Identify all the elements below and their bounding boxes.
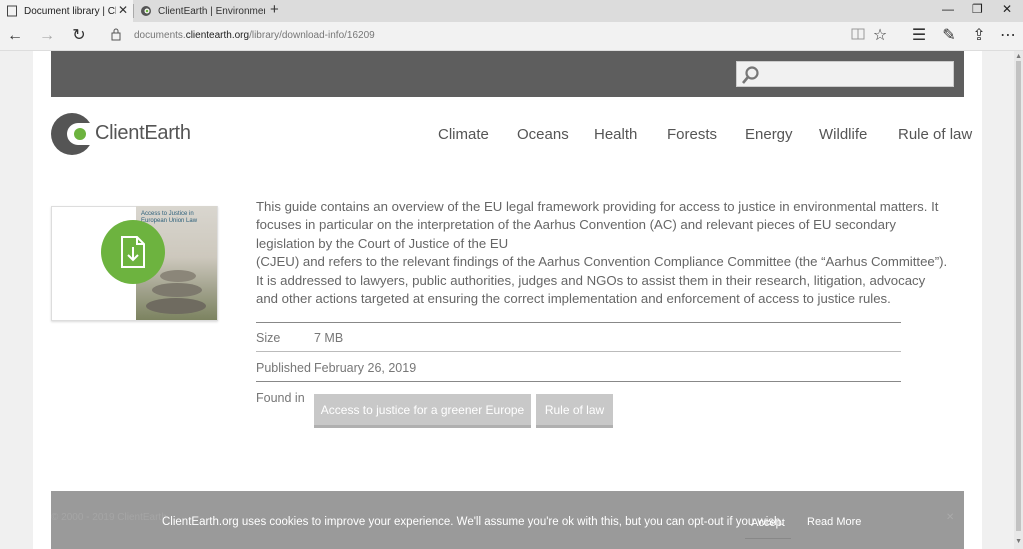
restore-icon[interactable]: ❐ — [972, 2, 983, 16]
download-button[interactable] — [101, 220, 165, 284]
more-icon[interactable]: ⋯ — [998, 27, 1018, 45]
forward-arrow-icon[interactable]: → — [37, 27, 57, 45]
url-domain: clientearth.org — [185, 30, 250, 41]
divider — [256, 381, 901, 382]
description-line: legislation by the Court of Justice of t… — [256, 235, 509, 251]
cookie-read-more-link[interactable]: Read More — [807, 516, 861, 528]
cover-stone — [146, 298, 206, 314]
refresh-icon[interactable]: ↻ — [69, 27, 89, 45]
tab-title: ClientEarth | Environmental — [158, 5, 265, 17]
tab-clientearth-environmental[interactable]: ClientEarth | Environmental — [134, 0, 265, 22]
url-prefix: documents. — [134, 30, 186, 41]
lock-icon — [106, 27, 126, 45]
page-scrollbar[interactable] — [1014, 51, 1023, 549]
found-in-label: Found in — [256, 391, 305, 405]
nav-climate[interactable]: Climate — [438, 126, 489, 143]
tag-access-to-justice[interactable]: Access to justice for a greener Europe — [314, 394, 531, 428]
cover-stone — [152, 283, 202, 297]
description-line: and other actions targeted at ensuring t… — [256, 291, 891, 307]
cover-stone — [160, 270, 196, 282]
close-tab-icon[interactable]: ✕ — [118, 3, 128, 17]
browser-tab-bar: Document library | Clier ✕ ClientEarth |… — [0, 0, 1023, 22]
description-line: (CJEU) and refers to the relevant findin… — [256, 254, 948, 270]
search-icon — [742, 66, 759, 84]
share-icon[interactable]: ⇪ — [969, 27, 989, 45]
divider — [256, 351, 901, 352]
scroll-up-arrow-icon[interactable]: ▲ — [1015, 53, 1022, 60]
minimize-icon[interactable]: — — [942, 2, 954, 16]
divider — [256, 322, 901, 323]
close-window-icon[interactable]: ✕ — [1002, 2, 1012, 16]
nav-health[interactable]: Health — [594, 126, 637, 143]
reading-view-icon[interactable] — [848, 27, 868, 45]
web-note-icon[interactable]: ✎ — [939, 27, 959, 45]
hub-icon[interactable]: ☰ — [909, 27, 929, 45]
address-bar[interactable]: documents.clientearth.org/library/downlo… — [134, 30, 375, 41]
clientearth-favicon-icon — [140, 5, 152, 17]
nav-oceans[interactable]: Oceans — [517, 126, 569, 143]
description-line: focuses in particular on the interpretat… — [256, 217, 896, 233]
download-file-icon — [121, 236, 145, 268]
published-label: Published — [256, 361, 311, 375]
footer-close-icon: ✕ — [946, 512, 955, 523]
published-value: February 26, 2019 — [314, 361, 417, 375]
size-label: Size — [256, 331, 281, 345]
document-description: This guide contains an overview of the E… — [256, 198, 948, 308]
tag-rule-of-law[interactable]: Rule of law — [536, 394, 613, 428]
nav-energy[interactable]: Energy — [745, 126, 793, 143]
nav-wildlife[interactable]: Wildlife — [819, 126, 867, 143]
search-input[interactable] — [736, 61, 954, 87]
size-value: 7 MB — [314, 331, 344, 345]
browser-navigation-bar: ← → ↻ documents.clientearth.org/library/… — [0, 22, 1023, 51]
url-path: /library/download-info/16209 — [249, 30, 375, 41]
nav-forests[interactable]: Forests — [667, 126, 717, 143]
clientearth-logo-icon — [51, 113, 96, 155]
description-line: This guide contains an overview of the E… — [256, 199, 939, 214]
tab-title: Document library | Clier — [24, 5, 116, 17]
new-tab-plus-icon[interactable]: + — [270, 1, 279, 18]
nav-rule-of-law[interactable]: Rule of law — [898, 126, 972, 143]
footer-text-behind-banner: © 2000 - 2019 ClientEarth ... — [51, 512, 178, 523]
favorite-star-icon[interactable]: ☆ — [870, 27, 890, 45]
cover-title: Access to Justice in European Union Law — [141, 211, 198, 224]
scrollbar-thumb[interactable] — [1016, 61, 1021, 531]
cookie-message: ClientEarth.org uses cookies to improve … — [162, 516, 784, 528]
logo-text: ClientEarth — [95, 122, 191, 144]
page-icon — [6, 5, 18, 17]
scroll-down-arrow-icon[interactable]: ▼ — [1015, 538, 1022, 545]
back-arrow-icon[interactable]: ← — [5, 27, 25, 45]
description-line: It is addressed to lawyers, public autho… — [256, 272, 926, 288]
cookie-accept-button[interactable]: Accept — [745, 507, 791, 539]
tab-document-library[interactable]: Document library | Clier ✕ — [0, 0, 133, 22]
